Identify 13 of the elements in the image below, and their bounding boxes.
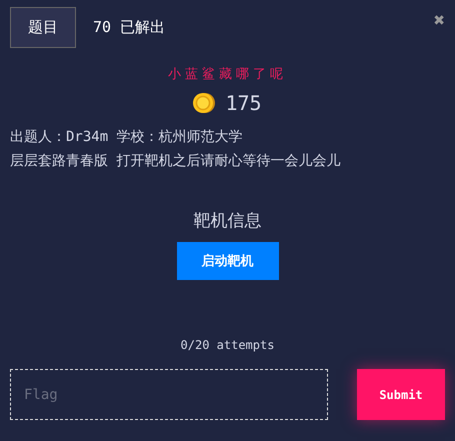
challenge-title: 小蓝鲨藏哪了呢 [167, 66, 288, 83]
start-button[interactable]: 启动靶机 [176, 242, 278, 280]
tab[interactable]: 题目 [10, 7, 76, 48]
author-line: 出题人：Dr34m 学校：杭州师范大学 [10, 128, 244, 147]
flag-input[interactable]: Flag [10, 369, 328, 420]
coin-icon [193, 92, 216, 114]
points: 175 [225, 91, 262, 115]
solved-count: 70 已解出 [93, 18, 166, 37]
description: 层层套路青春版 打开靶机之后请耐心等待一会儿会儿 [10, 152, 342, 171]
submit-button[interactable]: Submit [357, 369, 445, 420]
section-heading: 靶机信息 [192, 210, 262, 232]
close-button[interactable]: ✖ [433, 13, 445, 29]
attempts-count: 0/20 attempts [180, 338, 276, 352]
